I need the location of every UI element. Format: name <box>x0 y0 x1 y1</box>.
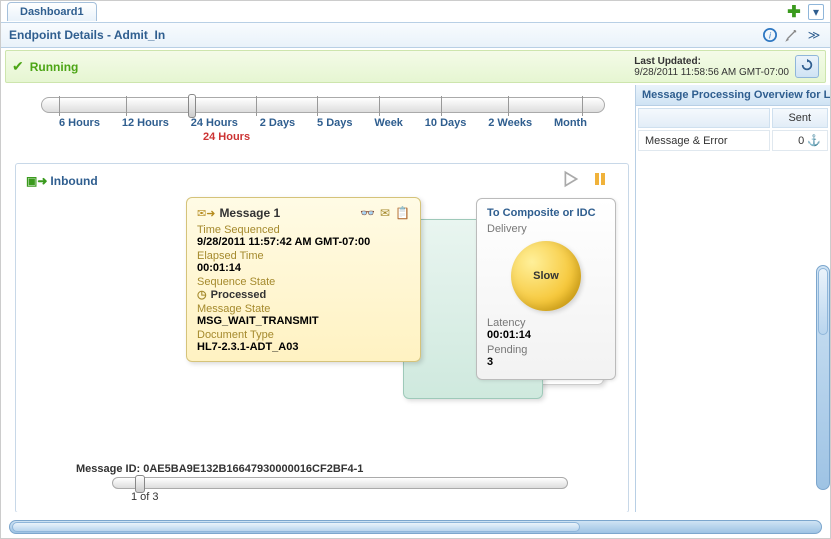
message-card-title: Message 1 <box>219 206 280 220</box>
time-sequenced-label: Time Sequenced <box>197 224 410 236</box>
delivery-card: To Composite or IDC Delivery Slow Latenc… <box>476 198 616 380</box>
vertical-scrollbar[interactable] <box>816 265 830 490</box>
link-icon[interactable]: ⚓ <box>807 135 821 147</box>
page-title: Endpoint Details - Admit_In <box>9 28 165 42</box>
pager-text: 1 of 3 <box>131 491 628 503</box>
status-text: Running <box>30 60 79 74</box>
last-updated-label: Last Updated: <box>634 56 789 67</box>
range-2d[interactable]: 2 Days <box>260 117 295 129</box>
inbound-panel: ▣➜ Inbound <box>15 163 629 512</box>
range-6h[interactable]: 6 Hours <box>59 117 100 129</box>
delivery-section-label: Delivery <box>487 223 605 235</box>
card-scrollbar[interactable] <box>112 477 568 489</box>
time-range-slider[interactable]: 6 Hours 12 Hours 24 Hours 2 Days 5 Days … <box>41 97 605 143</box>
range-week[interactable]: Week <box>374 117 403 129</box>
doc-type-value: HL7-2.3.1-ADT_A03 <box>197 341 410 353</box>
elapsed-time-value: 00:01:14 <box>197 262 410 274</box>
range-5d[interactable]: 5 Days <box>317 117 352 129</box>
overview-row-sent: 0 <box>798 135 804 147</box>
message-icon: ✉➜ <box>197 207 215 220</box>
message-id-value: 0AE5BA9E132B16647930000016CF2BF4-1 <box>143 463 363 475</box>
message-state-value: MSG_WAIT_TRANSMIT <box>197 315 410 327</box>
gauge-text: Slow <box>533 270 559 282</box>
sequence-state-value: Processed <box>211 289 267 301</box>
inbound-icon: ▣➜ <box>26 174 47 188</box>
add-tab-icon[interactable]: ✚ <box>786 4 802 20</box>
selected-range-label: 24 Hours <box>203 131 605 143</box>
message-id-label: Message ID: <box>76 463 143 475</box>
message-state-label: Message State <box>197 303 410 315</box>
range-24h[interactable]: 24 Hours <box>191 117 238 129</box>
card-scrollbar-thumb[interactable] <box>135 475 145 493</box>
collapse-icon[interactable]: ≫ <box>806 27 822 43</box>
delivery-title: To Composite or IDC <box>487 207 605 219</box>
overview-col-sent: Sent <box>772 108 828 128</box>
last-updated-value: 9/28/2011 11:58:56 AM GMT-07:00 <box>634 67 789 78</box>
time-slider-thumb[interactable] <box>188 94 196 118</box>
overview-table: Sent Message & Error 0 ⚓ <box>636 106 830 153</box>
svg-text:i: i <box>769 31 772 41</box>
pause-button[interactable] <box>592 170 608 191</box>
pending-value: 3 <box>487 356 605 368</box>
message-card-1[interactable]: ✉➜ Message 1 👓 ✉ 📋 Time Sequenced 9/28/2… <box>186 197 421 362</box>
range-12h[interactable]: 12 Hours <box>122 117 169 129</box>
doc-type-label: Document Type <box>197 329 410 341</box>
settings-icon[interactable] <box>784 27 800 43</box>
envelope-icon[interactable]: ✉ <box>380 206 390 220</box>
sub-header: Endpoint Details - Admit_In i ≫ <box>1 23 830 48</box>
dashboard-tab[interactable]: Dashboard1 <box>7 2 97 21</box>
pending-label: Pending <box>487 344 605 356</box>
tab-bar: Dashboard1 ✚ ▾ <box>1 1 830 23</box>
horizontal-scrollbar[interactable] <box>9 520 822 534</box>
info-icon[interactable]: i <box>762 27 778 43</box>
play-button[interactable] <box>562 170 580 191</box>
elapsed-time-label: Elapsed Time <box>197 250 410 262</box>
clock-icon: ◷ <box>197 288 207 301</box>
glasses-icon[interactable]: 👓 <box>360 206 375 220</box>
dashboard-tab-label: Dashboard1 <box>20 6 84 18</box>
copy-icon[interactable]: 📋 <box>395 206 410 220</box>
range-2w[interactable]: 2 Weeks <box>488 117 532 129</box>
inbound-title: Inbound <box>50 174 97 188</box>
sequence-state-label: Sequence State <box>197 276 410 288</box>
table-row[interactable]: Message & Error 0 ⚓ <box>638 130 828 151</box>
overview-panel: Message Processing Overview for Las Sent… <box>635 85 830 512</box>
range-10d[interactable]: 10 Days <box>425 117 467 129</box>
overview-row-label: Message & Error <box>638 130 770 151</box>
overview-title: Message Processing Overview for Las <box>636 85 830 106</box>
delivery-gauge: Slow <box>511 241 581 311</box>
time-range-labels: 6 Hours 12 Hours 24 Hours 2 Days 5 Days … <box>59 117 587 129</box>
latency-label: Latency <box>487 317 605 329</box>
tab-menu-icon[interactable]: ▾ <box>808 4 824 20</box>
latency-value: 00:01:14 <box>487 329 605 341</box>
horizontal-scrollbar-thumb[interactable] <box>12 522 580 532</box>
vertical-scrollbar-thumb[interactable] <box>818 268 828 335</box>
running-check-icon: ✔ <box>12 58 24 75</box>
range-month[interactable]: Month <box>554 117 587 129</box>
refresh-button[interactable] <box>795 55 819 78</box>
status-bar: ✔ Running Last Updated: 9/28/2011 11:58:… <box>5 50 826 83</box>
time-sequenced-value: 9/28/2011 11:57:42 AM GMT-07:00 <box>197 236 410 248</box>
